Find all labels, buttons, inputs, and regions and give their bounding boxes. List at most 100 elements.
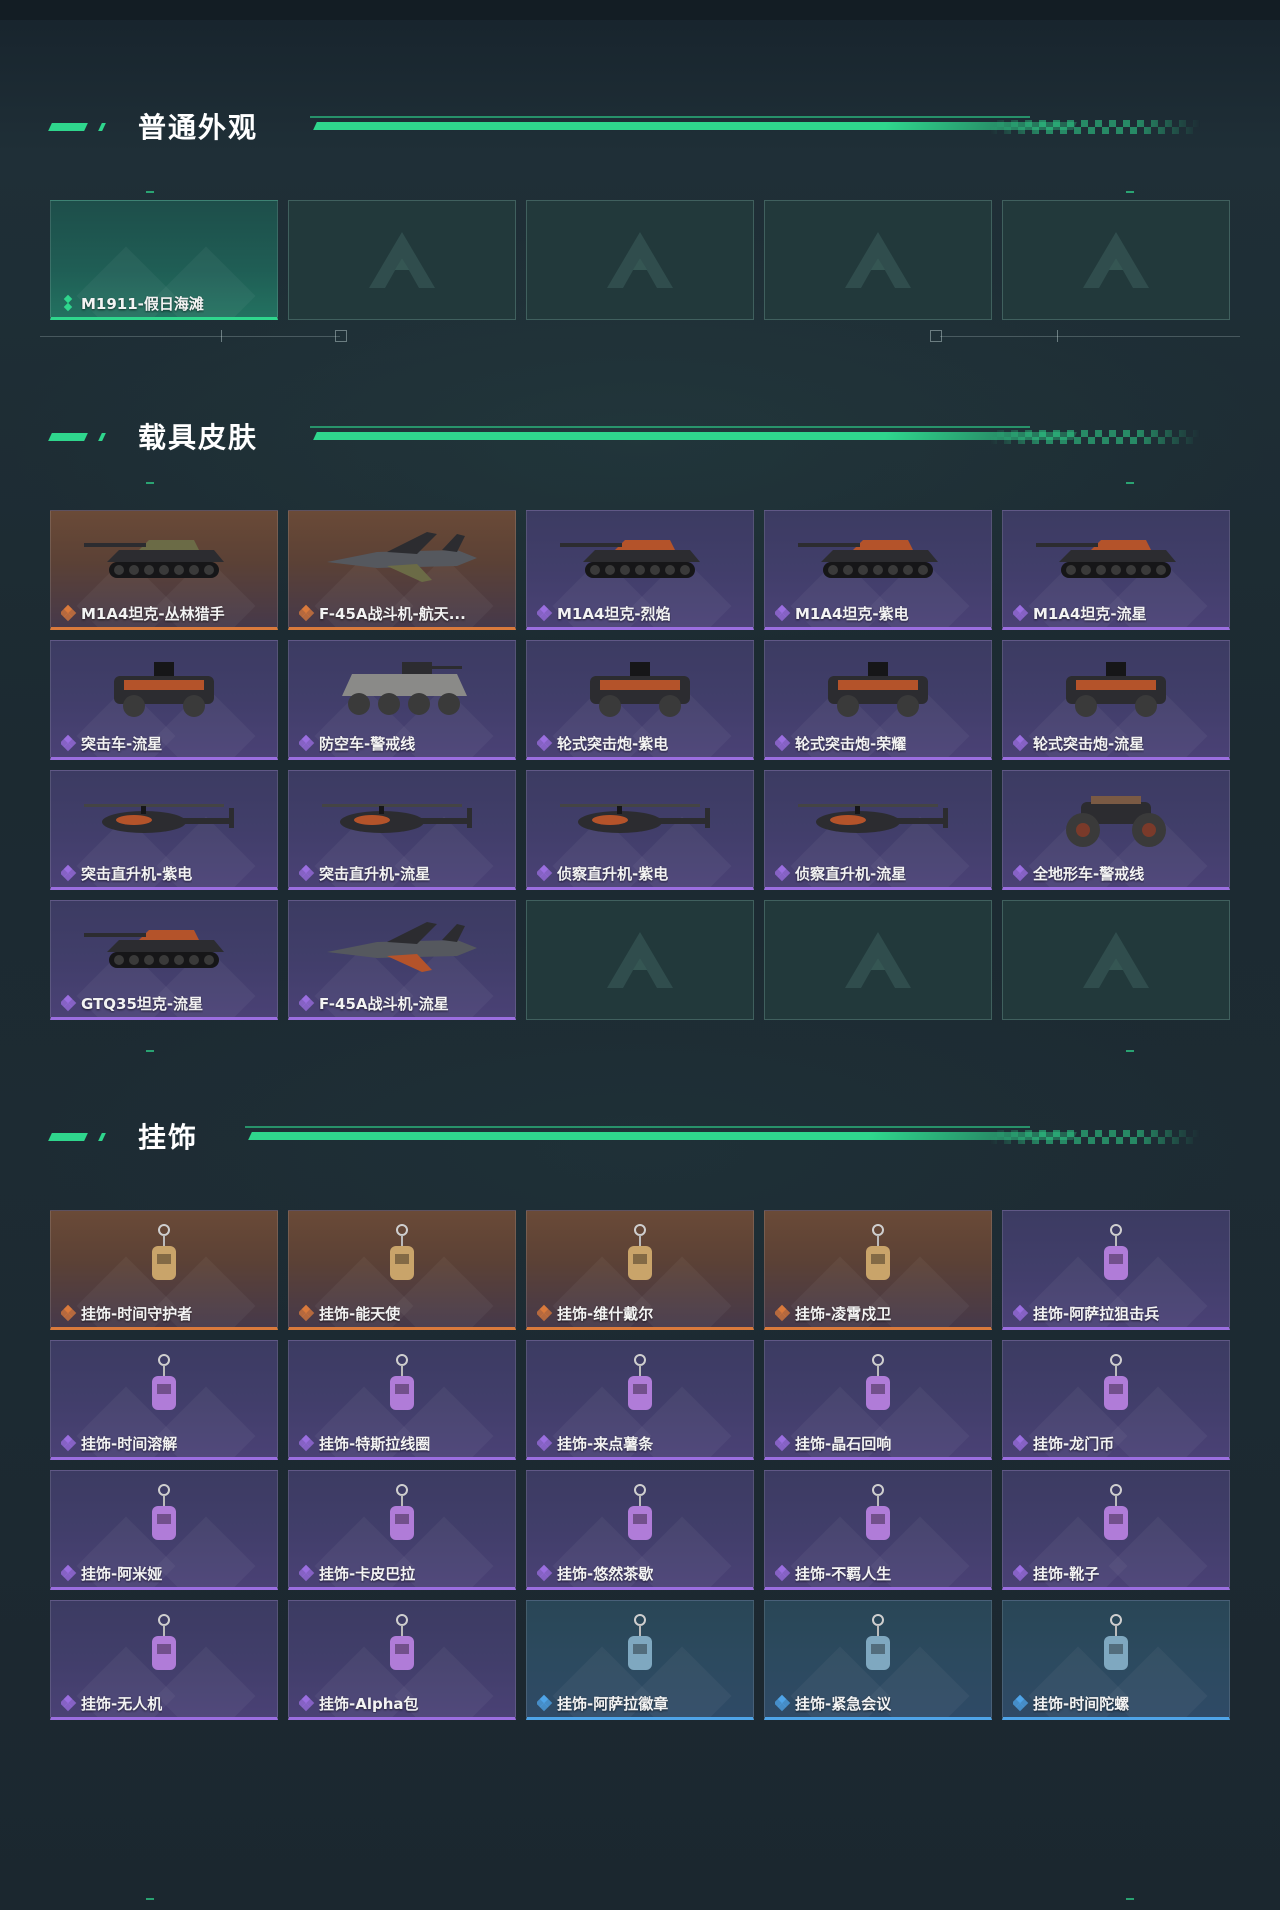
item-label-row: 轮式突击炮-紫电 [537, 733, 747, 753]
item-card[interactable]: 挂饰-维什戴尔 [526, 1210, 754, 1330]
item-card[interactable]: 挂饰-时间溶解 [50, 1340, 278, 1460]
item-card[interactable]: F-45A战斗机-流星 [288, 900, 516, 1020]
vehicle-skin-grid: M1A4坦克-丛林猎手 F-45A战斗机-航天... M1A4坦克-烈焰 M1A4坦克… [50, 510, 1230, 1020]
item-label-row: M1911-假日海滩 [61, 293, 271, 313]
item-card[interactable]: 挂饰-阿米娅 [50, 1470, 278, 1590]
item-card[interactable]: 挂饰-凌霄戍卫 [764, 1210, 992, 1330]
item-card[interactable]: 挂饰-靴子 [1002, 1470, 1230, 1590]
item-card[interactable]: 挂饰-阿萨拉徽章 [526, 1600, 754, 1720]
charm-icon [1104, 1614, 1128, 1670]
item-name: M1A4坦克-烈焰 [557, 604, 671, 623]
rarity-blue-icon [775, 1694, 791, 1712]
item-card[interactable]: M1A4坦克-紫电 [764, 510, 992, 630]
item-card[interactable]: 突击直升机-流星 [288, 770, 516, 890]
item-card[interactable]: 突击直升机-紫电 [50, 770, 278, 890]
item-card[interactable]: 轮式突击炮-紫电 [526, 640, 754, 760]
placeholder-logo-icon [369, 232, 435, 288]
placeholder-logo-icon [607, 932, 673, 988]
rarity-green-icon [61, 294, 75, 312]
item-label-row: 挂饰-阿萨拉徽章 [537, 1693, 747, 1713]
item-image [51, 207, 277, 287]
tank-icon [798, 540, 938, 578]
item-card[interactable]: M1911-假日海滩 [50, 200, 278, 320]
item-label-row: 挂饰-时间溶解 [61, 1433, 271, 1453]
item-card[interactable]: 挂饰-卡皮巴拉 [288, 1470, 516, 1590]
item-card[interactable]: 挂饰-来点薯条 [526, 1340, 754, 1460]
item-label-row: 防空车-警戒线 [299, 733, 509, 753]
item-image [51, 907, 277, 987]
item-name: 挂饰-时间溶解 [81, 1434, 178, 1453]
placeholder-logo-icon [1083, 932, 1149, 988]
item-card[interactable]: 轮式突击炮-流星 [1002, 640, 1230, 760]
charm-icon [152, 1354, 176, 1410]
item-name: 挂饰-阿米娅 [81, 1564, 163, 1583]
item-card[interactable]: 侦察直升机-紫电 [526, 770, 754, 890]
item-card[interactable]: 挂饰-特斯拉线圈 [288, 1340, 516, 1460]
item-card[interactable]: 挂饰-阿萨拉狙击兵 [1002, 1210, 1230, 1330]
helicopter-icon [322, 804, 472, 833]
item-card[interactable]: F-45A战斗机-航天... [288, 510, 516, 630]
item-card[interactable]: 轮式突击炮-荣耀 [764, 640, 992, 760]
helicopter-icon [798, 804, 948, 833]
rarity-purple-icon [61, 864, 77, 882]
item-card[interactable]: 突击车-流星 [50, 640, 278, 760]
item-card[interactable]: 挂饰-时间守护者 [50, 1210, 278, 1330]
item-name: 挂饰-靴子 [1033, 1564, 1100, 1583]
item-card[interactable]: 防空车-警戒线 [288, 640, 516, 760]
item-card[interactable]: 挂饰-晶石回响 [764, 1340, 992, 1460]
item-image [1003, 1217, 1229, 1297]
rarity-purple-icon [61, 994, 77, 1012]
item-name: 防空车-警戒线 [319, 734, 416, 753]
rarity-purple-icon [537, 1564, 553, 1582]
item-name: M1A4坦克-丛林猎手 [81, 604, 225, 623]
charm-icon [628, 1484, 652, 1540]
header-dash [48, 123, 88, 131]
item-card[interactable]: GTQ35坦克-流星 [50, 900, 278, 1020]
deco-line [40, 336, 340, 337]
helicopter-icon [560, 804, 710, 833]
item-name: 挂饰-时间守护者 [81, 1304, 193, 1323]
item-card[interactable]: 侦察直升机-流星 [764, 770, 992, 890]
item-card[interactable]: 挂饰-不羁人生 [764, 1470, 992, 1590]
item-card[interactable]: 挂饰-能天使 [288, 1210, 516, 1330]
armored-car-icon [590, 662, 690, 717]
item-image [51, 517, 277, 597]
item-name: 轮式突击炮-流星 [1033, 734, 1145, 753]
item-image [289, 777, 515, 857]
item-name: 挂饰-特斯拉线圈 [319, 1434, 431, 1453]
header-checker-pattern [990, 1130, 1200, 1144]
item-card[interactable]: 挂饰-龙门币 [1002, 1340, 1230, 1460]
charm-icon [390, 1224, 414, 1280]
item-name: 挂饰-凌霄戍卫 [795, 1304, 892, 1323]
item-label-row: 挂饰-来点薯条 [537, 1433, 747, 1453]
item-label-row: 突击车-流星 [61, 733, 271, 753]
item-card[interactable]: 挂饰-时间陀螺 [1002, 1600, 1230, 1720]
item-name: 挂饰-时间陀螺 [1033, 1694, 1130, 1713]
item-card[interactable]: 挂饰-紧急会议 [764, 1600, 992, 1720]
item-card[interactable]: M1A4坦克-烈焰 [526, 510, 754, 630]
item-card[interactable]: 挂饰-无人机 [50, 1600, 278, 1720]
empty-slot [526, 900, 754, 1020]
item-label-row: 突击直升机-紫电 [61, 863, 271, 883]
deco-square [335, 330, 347, 342]
rarity-purple-icon [61, 734, 77, 752]
empty-slot [764, 900, 992, 1020]
item-card[interactable]: M1A4坦克-丛林猎手 [50, 510, 278, 630]
item-label-row: 全地形车-警戒线 [1013, 863, 1223, 883]
item-card[interactable]: M1A4坦克-流星 [1002, 510, 1230, 630]
rarity-purple-icon [299, 1694, 315, 1712]
item-card[interactable]: 全地形车-警戒线 [1002, 770, 1230, 890]
item-card[interactable]: 挂饰-悠然茶歇 [526, 1470, 754, 1590]
empty-slot [1002, 900, 1230, 1020]
item-label-row: 挂饰-龙门币 [1013, 1433, 1223, 1453]
item-name: M1A4坦克-流星 [1033, 604, 1147, 623]
item-label-row: M1A4坦克-烈焰 [537, 603, 747, 623]
item-label-row: 挂饰-卡皮巴拉 [299, 1563, 509, 1583]
item-label-row: M1A4坦克-流星 [1013, 603, 1223, 623]
item-name: 突击直升机-紫电 [81, 864, 193, 883]
section-header-charm: 挂饰 [48, 1118, 1200, 1158]
deco-square [930, 330, 942, 342]
item-card[interactable]: 挂饰-Alpha包 [288, 1600, 516, 1720]
item-name: M1911-假日海滩 [81, 294, 204, 313]
item-name: 挂饰-龙门币 [1033, 1434, 1115, 1453]
